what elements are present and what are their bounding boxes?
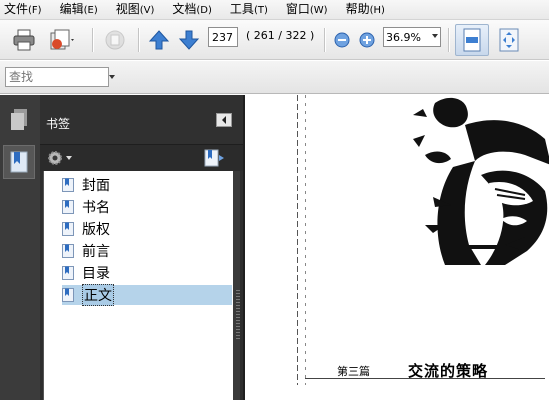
menu-item-label: 文档 <box>172 1 197 16</box>
next-page-icon[interactable] <box>176 27 202 53</box>
toolbar-separator <box>92 28 93 52</box>
bookmark-item[interactable]: 目录 <box>62 263 110 283</box>
menu-item-accelerator: (F) <box>28 4 42 16</box>
pages-icon[interactable] <box>100 26 130 54</box>
fit-page-icon[interactable] <box>494 26 524 54</box>
print-icon[interactable] <box>10 26 38 54</box>
menu-item-label: 视图 <box>115 1 140 16</box>
menu-item-accelerator: (T) <box>253 4 268 16</box>
menu-item-label: 工具 <box>229 1 254 16</box>
menu-item-label: 文件 <box>4 1 29 16</box>
woodcut-illustration <box>405 95 549 265</box>
gear-icon <box>48 151 62 165</box>
bookmark-icon <box>62 178 74 192</box>
menu-item-label: 窗口 <box>285 1 310 16</box>
menu-item[interactable]: 文档(D) <box>172 0 218 21</box>
bookmark-item[interactable]: 版权 <box>62 219 110 239</box>
find-bar <box>0 61 549 94</box>
bookmark-icon <box>62 200 74 214</box>
bookmark-label: 书名 <box>82 200 110 216</box>
share-icon[interactable] <box>46 26 76 54</box>
chapter-label: 第三篇 <box>337 365 370 378</box>
fit-width-icon <box>463 28 481 52</box>
bookmarks-button[interactable] <box>3 145 35 179</box>
menu-item-label: 帮助 <box>345 1 370 16</box>
bookmark-item[interactable]: 书名 <box>62 197 110 217</box>
bookmark-label: 正文 <box>82 284 114 306</box>
bookmark-label: 封面 <box>82 178 110 194</box>
chevron-down-icon[interactable] <box>432 34 438 38</box>
chevron-left-icon <box>222 116 226 124</box>
menu-item-accelerator: (H) <box>369 4 385 16</box>
chapter-title: 交流的策略 <box>408 362 489 380</box>
panel-toolbar <box>40 145 243 171</box>
panel-header: 书签 <box>40 95 243 145</box>
collapse-panel-button[interactable] <box>216 113 232 127</box>
zoom-input[interactable] <box>386 29 430 45</box>
bookmarks-panel: 书签 封面书名版权前言目录正文 <box>40 95 243 400</box>
options-button[interactable] <box>46 149 74 167</box>
bookmark-item[interactable]: 封面 <box>62 175 110 195</box>
zoom-select[interactable] <box>383 27 441 47</box>
menu-item[interactable]: 工具(T) <box>230 0 274 21</box>
menu-item[interactable]: 编辑(E) <box>60 0 104 21</box>
chevron-down-icon <box>66 156 72 160</box>
menu-item[interactable]: 文件(F) <box>4 0 48 21</box>
toolbar-separator <box>324 28 325 52</box>
fit-width-button[interactable] <box>455 24 489 56</box>
bookmark-icon <box>62 222 74 236</box>
find-field[interactable] <box>5 67 109 87</box>
bookmark-expand-icon <box>204 149 224 167</box>
page-thumbnails-button[interactable] <box>3 103 35 137</box>
bookmark-icon <box>62 288 74 302</box>
panel-resize-handle[interactable] <box>236 290 240 340</box>
bookmark-icon <box>10 151 28 173</box>
menu-item[interactable]: 帮助(H) <box>346 0 391 21</box>
bookmark-list: 封面书名版权前言目录正文 <box>43 171 233 400</box>
panel-scrollbar[interactable] <box>233 171 240 400</box>
bookmark-icon <box>62 266 74 280</box>
menu-bar: 文件(F) 编辑(E) 视图(V) 文档(D) 工具(T) 窗口(W) 帮助(H) <box>0 0 549 20</box>
menu-item-accelerator: (W) <box>309 4 328 16</box>
previous-page-icon[interactable] <box>146 27 172 53</box>
bookmark-label: 目录 <box>82 266 110 282</box>
bookmark-item[interactable]: 前言 <box>62 241 110 261</box>
panel-title: 书签 <box>46 117 71 131</box>
bookmark-label: 前言 <box>82 244 110 260</box>
expand-bookmark-button[interactable] <box>203 148 225 171</box>
bookmark-label: 版权 <box>82 222 110 238</box>
page-number-input[interactable] <box>208 27 238 47</box>
menu-item-accelerator: (E) <box>83 4 98 16</box>
pages-icon <box>11 109 27 130</box>
menu-item-accelerator: (D) <box>196 4 212 16</box>
page-total: ( 261 / 322 ) <box>246 29 315 42</box>
toolbar-separator <box>138 28 139 52</box>
zoom-in-icon[interactable] <box>358 31 376 49</box>
page-edge <box>297 95 298 385</box>
zoom-out-icon[interactable] <box>333 31 351 49</box>
navigation-rail <box>0 95 40 400</box>
menu-item-label: 编辑 <box>59 1 84 16</box>
menu-item[interactable]: 视图(V) <box>116 0 161 21</box>
menu-item-accelerator: (V) <box>139 4 155 16</box>
menu-item[interactable]: 窗口(W) <box>286 0 334 21</box>
find-input[interactable] <box>6 68 108 86</box>
document-view[interactable]: 第三篇 交流的策略 <box>243 95 549 400</box>
chevron-down-icon[interactable] <box>109 75 115 79</box>
bookmark-icon <box>62 244 74 258</box>
toolbar-separator <box>448 28 449 52</box>
page-edge <box>305 95 306 385</box>
bookmark-item[interactable]: 正文 <box>62 284 232 306</box>
